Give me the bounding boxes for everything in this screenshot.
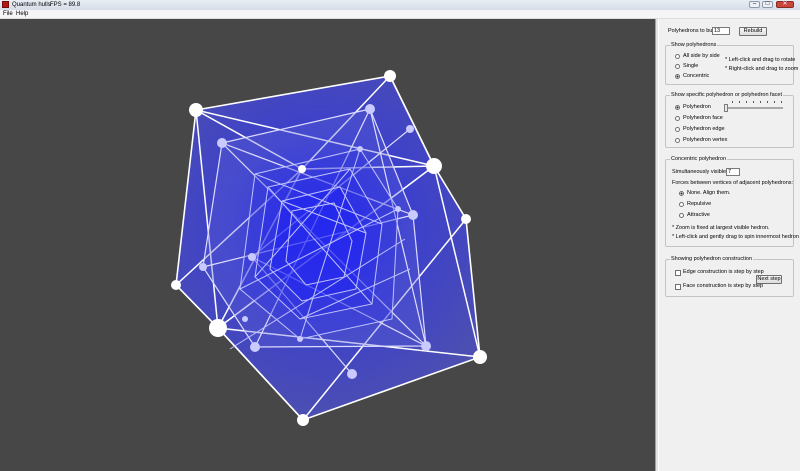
- radio-label-force-attractive: Attractive: [687, 212, 710, 218]
- construction-group: Showing polyhedron construction Edge con…: [665, 256, 794, 297]
- face-step-label: Face construction is step by step: [683, 283, 764, 289]
- polyhedron-render[interactable]: [0, 19, 655, 471]
- show-specific-group: Show specific polyhedron or polyhedron f…: [665, 92, 794, 148]
- next-step-button[interactable]: Next step: [756, 275, 782, 284]
- radio-label-polyhedron: Polyhedron: [683, 104, 711, 110]
- radio-force-repulsive[interactable]: [679, 202, 684, 207]
- radio-polyhedron-edge[interactable]: [675, 127, 680, 132]
- fps-readout: FPS = 89.8: [50, 2, 81, 8]
- edge-step-checkbox[interactable]: [675, 270, 681, 276]
- slider-tick: [753, 101, 754, 103]
- radio-polyhedron[interactable]: [675, 105, 680, 110]
- menu-help[interactable]: Help: [16, 10, 28, 18]
- viewport-3d[interactable]: [0, 19, 655, 471]
- radio-single[interactable]: [675, 64, 680, 69]
- simultaneously-visible-input[interactable]: 7: [726, 168, 740, 176]
- radio-all-side-by-side[interactable]: [675, 54, 680, 59]
- radio-label-concentric: Concentric: [683, 73, 710, 79]
- face-step-checkbox[interactable]: [675, 284, 681, 290]
- radio-force-none[interactable]: [679, 191, 684, 196]
- radio-label-polyhedron-vertex: Polyhedron vertex: [683, 137, 728, 143]
- control-panel: Polyhedrons to build: 13 Rebuild Show po…: [659, 19, 800, 471]
- menu-file[interactable]: File: [3, 10, 13, 18]
- slider-tick: [746, 101, 747, 103]
- forces-label: Forces between vertices of adjacent poly…: [672, 180, 794, 186]
- edge-step-label: Edge construction is step by step: [683, 269, 764, 275]
- radio-label-all-side-by-side: All side by side: [683, 53, 720, 59]
- maximize-button[interactable]: □: [762, 1, 773, 8]
- slider-tick: [781, 101, 782, 103]
- slider-tick: [732, 101, 733, 103]
- show-polyhedrons-group: Show polyhedrons All side by side Single…: [665, 42, 798, 85]
- radio-polyhedron-vertex[interactable]: [675, 138, 680, 143]
- construction-title: Showing polyhedron construction: [670, 256, 754, 263]
- minimize-button[interactable]: –: [749, 1, 760, 8]
- slider-tick: [760, 101, 761, 103]
- slider-tick: [739, 101, 740, 103]
- close-button[interactable]: ✕: [776, 1, 794, 8]
- polyhedrons-count-input[interactable]: 13: [712, 27, 730, 35]
- slider-tick: [767, 101, 768, 103]
- note-spin-innermost: * Left-click and gently drag to spin inn…: [672, 234, 799, 240]
- radio-label-polyhedron-face: Polyhedron face: [683, 115, 723, 121]
- radio-label-force-none: None. Align them.: [687, 190, 731, 196]
- note-zoom-fixed: * Zoom is fixed at largest visible hedro…: [672, 225, 770, 231]
- concentric-group: Concentric polyhedron Simultaneously vis…: [665, 156, 799, 247]
- radio-label-single: Single: [683, 63, 699, 69]
- radio-force-attractive[interactable]: [679, 213, 684, 218]
- radio-polyhedron-face[interactable]: [675, 116, 680, 121]
- show-polyhedrons-title: Show polyhedrons: [670, 42, 718, 49]
- app-icon: [2, 1, 9, 8]
- radio-label-force-repulsive: Repulsive: [687, 201, 712, 207]
- radio-concentric[interactable]: [675, 74, 680, 79]
- facet-slider-track[interactable]: [725, 107, 783, 109]
- hint-rotate: * Left-click and drag to rotate: [725, 57, 796, 63]
- menu-bar: File Help: [0, 10, 800, 19]
- hint-zoom: * Right-click and drag to zoom: [725, 66, 799, 72]
- concentric-title: Concentric polyhedron: [670, 156, 728, 163]
- simultaneously-visible-label: Simultaneously visible:: [672, 169, 728, 175]
- radio-label-polyhedron-edge: Polyhedron edge: [683, 126, 725, 132]
- rebuild-button[interactable]: Rebuild: [739, 27, 767, 36]
- slider-tick: [774, 101, 775, 103]
- window-title: Quantum hulls: [12, 2, 51, 8]
- facet-slider-thumb[interactable]: [724, 104, 728, 112]
- show-specific-title: Show specific polyhedron or polyhedron f…: [670, 92, 783, 99]
